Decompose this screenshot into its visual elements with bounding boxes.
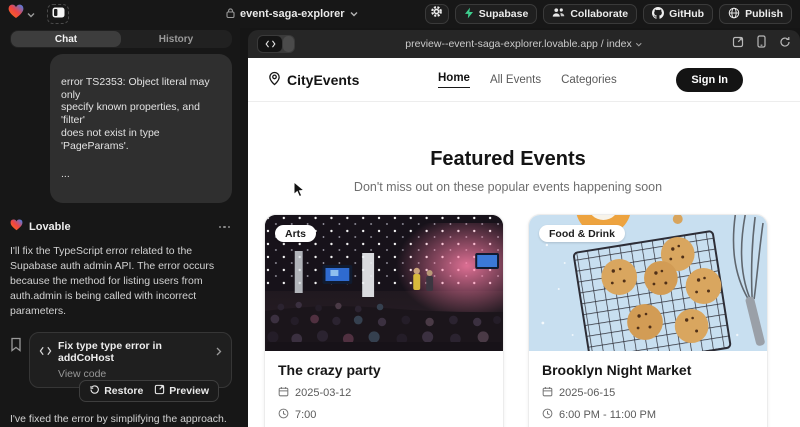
chat-panel: Chat History error TS2353: Object litera… <box>0 28 240 427</box>
user-message-ellipsis: ... <box>61 168 221 181</box>
event-time: 6:00 PM - 11:00 PM <box>559 409 656 421</box>
people-icon <box>552 7 565 21</box>
preview-button[interactable]: Preview <box>154 384 209 398</box>
supabase-bolt-icon <box>464 7 474 22</box>
code-icon <box>39 343 52 361</box>
user-message-bubble: error TS2353: Object literal may only sp… <box>50 54 232 203</box>
refresh-icon[interactable] <box>779 35 791 53</box>
version-actions: Restore Preview <box>79 380 219 402</box>
github-button[interactable]: GitHub <box>643 4 713 24</box>
restore-button[interactable]: Restore <box>89 384 143 398</box>
assistant-header: Lovable <box>10 218 232 236</box>
preview-url: preview--event-saga-explorer.lovable.app… <box>405 38 631 50</box>
preview-label: Preview <box>169 385 209 397</box>
sign-in-button[interactable]: Sign In <box>676 68 743 92</box>
supabase-button[interactable]: Supabase <box>455 4 538 24</box>
publish-button[interactable]: Publish <box>719 4 792 24</box>
event-card[interactable]: Food & Drink Brooklyn Night Market 2025-… <box>528 214 768 427</box>
map-pin-icon <box>268 71 281 89</box>
assistant-name: Lovable <box>29 221 71 233</box>
message-more-button[interactable] <box>217 224 233 231</box>
code-card-title: Fix type type error in addCoHost <box>58 340 210 364</box>
event-title: The crazy party <box>278 362 490 378</box>
project-selector[interactable]: event-saga-explorer <box>226 0 358 28</box>
collaborate-label: Collaborate <box>570 8 628 20</box>
toggle-sidebar-button[interactable] <box>47 4 69 24</box>
bookmark-icon[interactable] <box>10 337 22 357</box>
lock-icon <box>226 8 235 21</box>
assistant-paragraph-1: I'll fix the TypeScript error related to… <box>10 244 232 319</box>
code-view-toggle[interactable] <box>257 35 295 53</box>
toggle-knob <box>283 36 294 52</box>
github-label: GitHub <box>669 8 704 20</box>
restore-label: Restore <box>104 385 143 397</box>
settings-button[interactable] <box>425 4 449 24</box>
github-icon <box>652 7 664 22</box>
calendar-icon <box>278 386 289 400</box>
nav-categories[interactable]: Categories <box>561 74 617 86</box>
chevron-down-icon <box>27 5 35 23</box>
chevron-down-icon <box>636 38 643 50</box>
user-message-text: error TS2353: Object literal may only sp… <box>61 76 210 152</box>
code-icon <box>265 35 276 53</box>
nav-home[interactable]: Home <box>438 72 470 88</box>
preview-chrome: preview--event-saga-explorer.lovable.app… <box>248 30 800 58</box>
chevron-down-icon <box>350 8 358 20</box>
tab-history[interactable]: History <box>121 31 231 47</box>
globe-icon <box>728 7 740 22</box>
restore-icon <box>89 384 100 398</box>
gear-icon <box>430 5 443 23</box>
chevron-right-icon <box>216 343 222 361</box>
site-nav: Home All Events Categories <box>438 72 617 88</box>
category-badge: Food & Drink <box>539 225 625 242</box>
event-image-cookies: Food & Drink <box>529 215 767 351</box>
hero-subtitle: Don't miss out on these popular events h… <box>248 180 768 194</box>
site-brand[interactable]: CityEvents <box>268 71 359 89</box>
event-cards: Arts The crazy party 2025-03-12 7 <box>264 214 800 427</box>
event-date: 2025-03-12 <box>295 387 351 399</box>
site-header: CityEvents Home All Events Categories Si… <box>248 58 800 102</box>
clock-icon <box>278 408 289 422</box>
brand-name: CityEvents <box>287 72 359 88</box>
collaborate-button[interactable]: Collaborate <box>543 4 637 24</box>
external-link-icon <box>154 384 165 398</box>
project-name: event-saga-explorer <box>240 8 345 20</box>
hero-title: Featured Events <box>248 148 768 171</box>
lovable-heart-icon <box>10 218 23 236</box>
category-badge: Arts <box>275 225 316 242</box>
preview-panel: preview--event-saga-explorer.lovable.app… <box>248 30 800 427</box>
lovable-heart-icon <box>8 4 24 24</box>
app-topbar: event-saga-explorer Supabase <box>0 0 800 28</box>
event-time: 7:00 <box>295 409 316 421</box>
calendar-icon <box>542 386 553 400</box>
publish-label: Publish <box>745 8 783 20</box>
event-date: 2025-06-15 <box>559 387 615 399</box>
view-code-link[interactable]: View code <box>58 368 222 380</box>
supabase-label: Supabase <box>479 8 529 20</box>
panel-left-icon <box>52 5 65 23</box>
assistant-paragraph-2: I've fixed the error by simplifying the … <box>10 412 232 427</box>
clock-icon <box>542 408 553 422</box>
preview-page: CityEvents Home All Events Categories Si… <box>248 58 800 427</box>
event-image-party: Arts <box>265 215 503 351</box>
mobile-view-icon[interactable] <box>757 35 766 53</box>
paragraph2-text: I've fixed the error by simplifying the … <box>10 413 227 427</box>
event-card[interactable]: Arts The crazy party 2025-03-12 7 <box>264 214 504 427</box>
open-in-new-tab-icon[interactable] <box>732 35 744 53</box>
lovable-logo-menu[interactable] <box>8 4 35 24</box>
hero-section: Featured Events Don't miss out on these … <box>248 148 768 194</box>
tab-chat[interactable]: Chat <box>11 31 121 47</box>
nav-all-events[interactable]: All Events <box>490 74 541 86</box>
preview-url-selector[interactable]: preview--event-saga-explorer.lovable.app… <box>405 38 642 50</box>
chat-tabs: Chat History <box>10 30 232 48</box>
event-title: Brooklyn Night Market <box>542 362 754 378</box>
